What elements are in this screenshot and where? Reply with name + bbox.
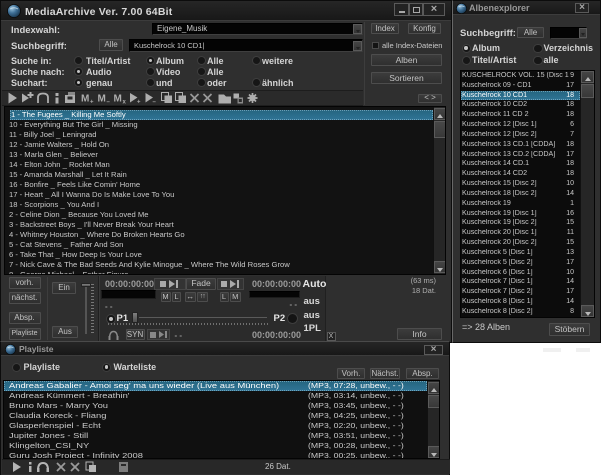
svg-text:x: x bbox=[123, 100, 127, 105]
svg-text:–: – bbox=[107, 100, 111, 105]
svg-text:–: – bbox=[153, 100, 157, 105]
svg-text:M: M bbox=[114, 94, 122, 105]
svg-text:+: + bbox=[137, 100, 141, 105]
svg-text:M: M bbox=[81, 94, 89, 105]
svg-text:+: + bbox=[90, 100, 94, 105]
svg-text:M: M bbox=[98, 94, 106, 105]
